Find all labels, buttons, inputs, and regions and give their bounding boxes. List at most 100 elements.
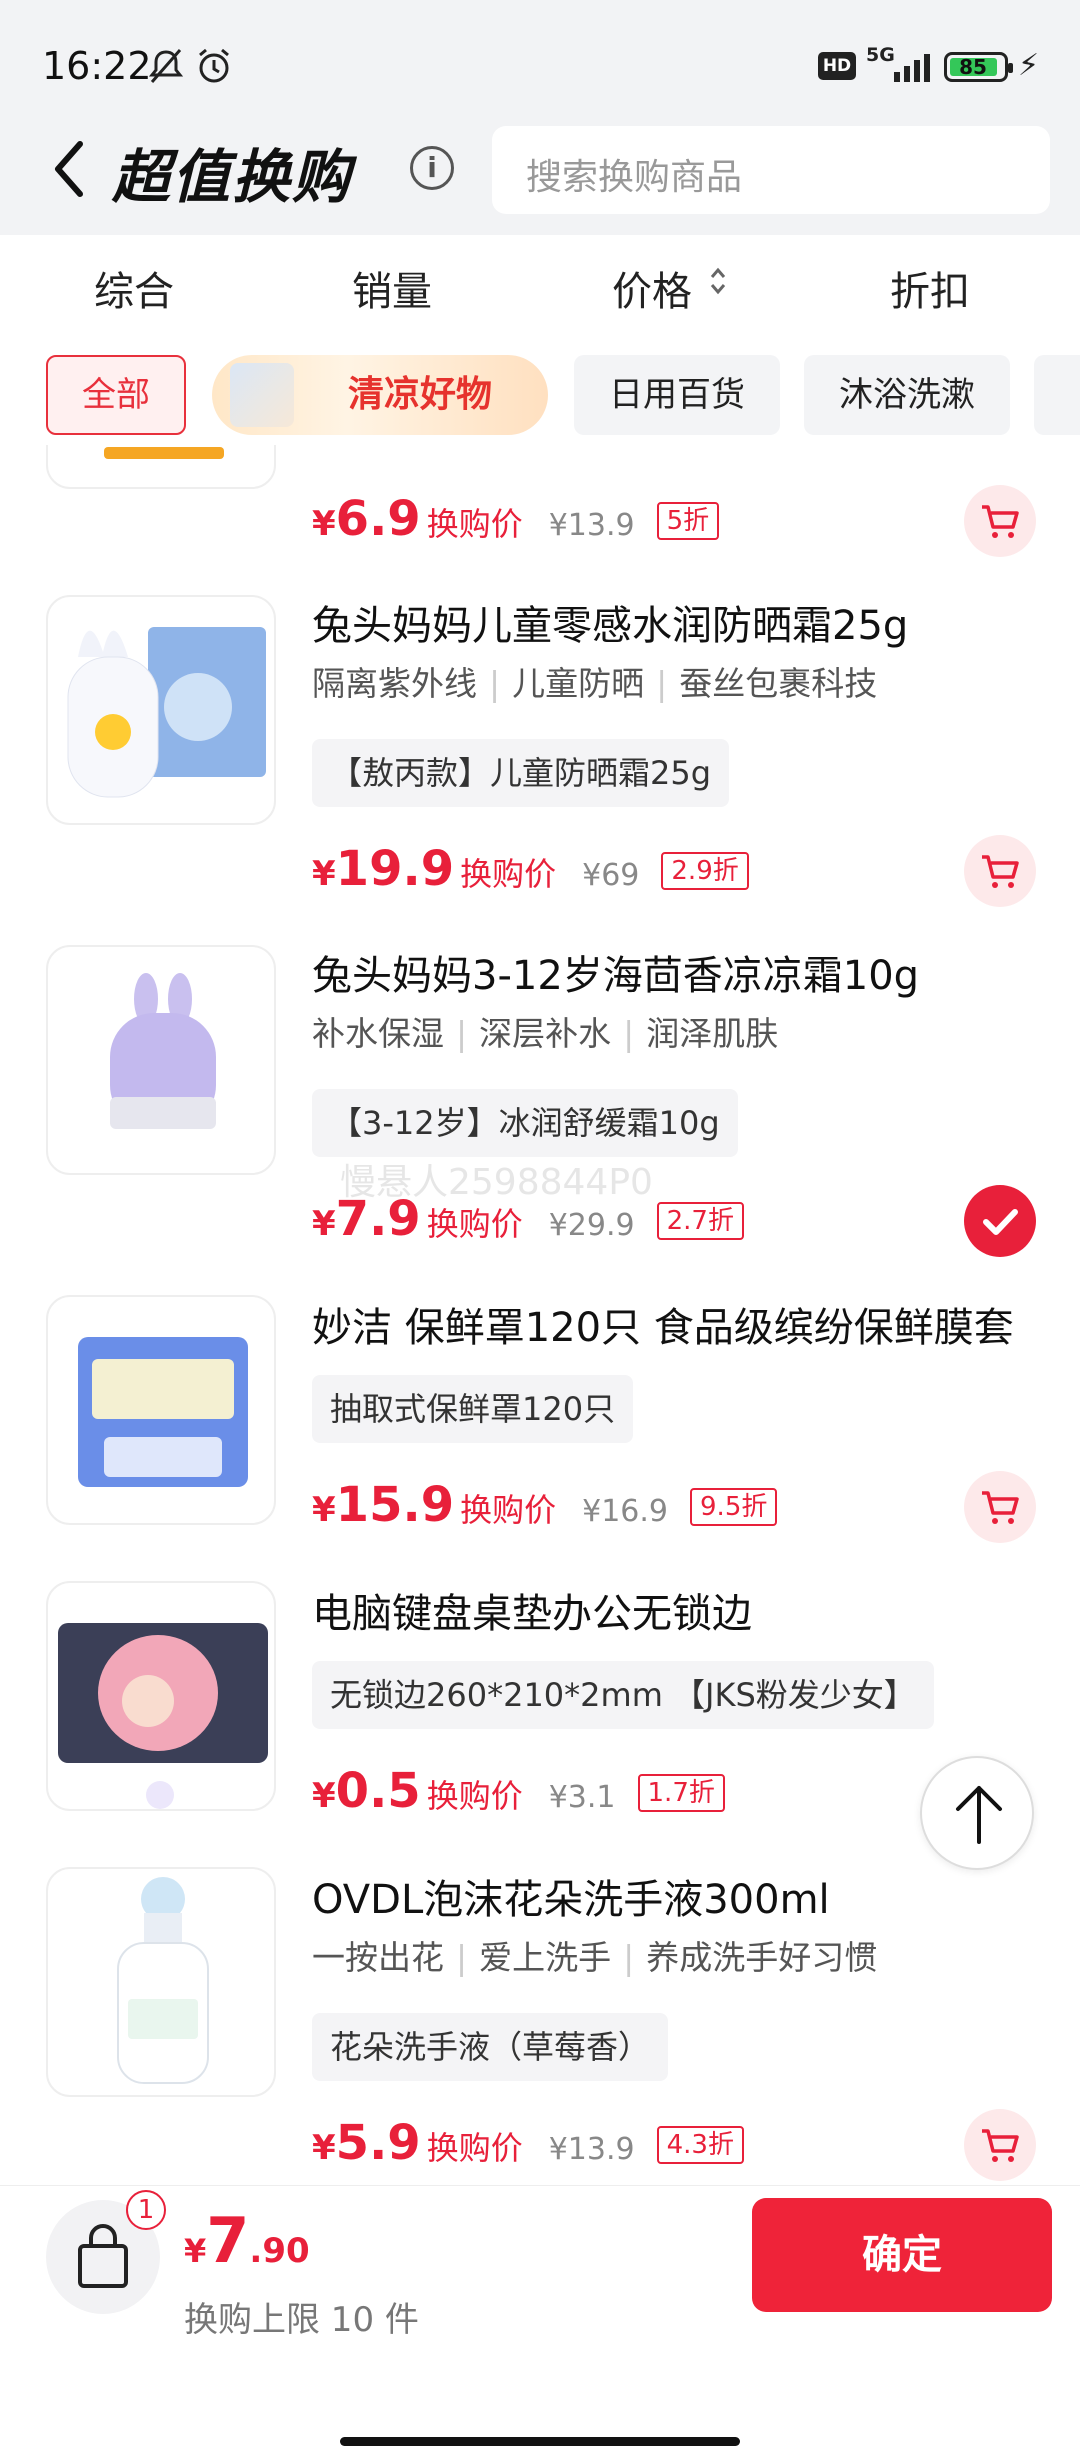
- price-label: 换购价: [426, 1777, 523, 1815]
- search-input[interactable]: 搜索换购商品: [492, 126, 1050, 214]
- home-indicator[interactable]: [340, 2437, 740, 2446]
- discount-badge: 9.5折: [690, 1488, 778, 1526]
- sort-tab-discount[interactable]: 折扣: [890, 259, 970, 317]
- price-row: ¥15.9 换购价 ¥16.9 9.5折: [312, 1477, 778, 1537]
- sort-tab-sales[interactable]: 销量: [352, 259, 432, 317]
- sort-order-icon[interactable]: [708, 264, 728, 298]
- exchange-price: 15.9: [335, 1477, 455, 1533]
- price-label: 换购价: [460, 1491, 557, 1529]
- search-placeholder: 搜索换购商品: [526, 157, 743, 198]
- original-price: ¥13.9: [548, 508, 635, 543]
- category-chips: 全部 清凉好物 日用百货 沐浴洗漱: [0, 345, 1080, 445]
- arrow-up-icon: [956, 1786, 1002, 1844]
- product-spec[interactable]: 【敖丙款】儿童防晒霜25g: [312, 739, 730, 807]
- product-name[interactable]: OVDL泡沫花朵洗手液300ml: [312, 1867, 830, 1925]
- battery-level: 85: [959, 55, 987, 79]
- price-row: ¥5.9 换购价 ¥13.9 4.3折: [312, 2115, 744, 2175]
- price-label: 换购价: [426, 2129, 523, 2167]
- product-image[interactable]: [46, 945, 276, 1175]
- discount-badge: 5折: [656, 502, 720, 540]
- mute-bell-icon: [148, 49, 184, 83]
- product-image[interactable]: [46, 445, 276, 489]
- product-name[interactable]: 电脑键盘桌垫办公无锁边: [312, 1581, 752, 1639]
- hd-badge: HD: [818, 52, 856, 80]
- product-tags: 补水保湿 | 深层补水 | 润泽肌肤: [312, 1014, 779, 1053]
- product-image[interactable]: [46, 595, 276, 825]
- product-spec[interactable]: 无锁边260*210*2mm 【JKS粉发少女】: [312, 1661, 934, 1729]
- product-tags: 隔离紫外线 | 儿童防晒 | 蚕丝包裹科技: [312, 664, 878, 703]
- discount-badge: 2.7折: [656, 1202, 744, 1240]
- back-arrow-icon[interactable]: [46, 136, 94, 202]
- original-price: ¥69: [582, 858, 640, 893]
- top-area: 16:22 HD 5G 85 ⚡ 超值换购 i 搜索换购商品: [0, 0, 1080, 235]
- price-row: ¥0.5 换购价 ¥3.1 1.7折: [312, 1763, 725, 1823]
- add-to-cart-button[interactable]: [964, 485, 1036, 557]
- network-type: 5G: [866, 44, 895, 66]
- chip-more[interactable]: [1034, 355, 1080, 435]
- add-to-cart-button[interactable]: [964, 835, 1036, 907]
- original-price: ¥3.1: [548, 1780, 616, 1815]
- exchange-price: 6.9: [335, 491, 421, 547]
- product-image[interactable]: [46, 1867, 276, 2097]
- chip-daily-label: 日用百货: [609, 375, 745, 415]
- price-row: ¥7.9 换购价 ¥29.9 2.7折: [312, 1191, 744, 1251]
- discount-badge: 1.7折: [637, 1774, 725, 1812]
- chip-all[interactable]: 全部: [46, 355, 186, 435]
- total-price: ¥7.90: [184, 2204, 310, 2277]
- exchange-price: 0.5: [335, 1763, 421, 1819]
- page-title: 超值换购: [112, 143, 353, 211]
- confirm-button[interactable]: 确定: [752, 2198, 1052, 2312]
- original-price: ¥29.9: [548, 1208, 635, 1243]
- chip-bath[interactable]: 沐浴洗漱: [804, 355, 1010, 435]
- status-time: 16:22: [42, 44, 152, 88]
- promo-thumbnail: [230, 363, 294, 427]
- chip-bath-label: 沐浴洗漱: [839, 375, 975, 415]
- check-icon: [983, 1209, 1018, 1235]
- product-name[interactable]: 兔头妈妈3-12岁海茴香凉凉霜10g: [312, 943, 919, 1001]
- chip-promo-cool[interactable]: 清凉好物: [212, 355, 548, 435]
- product-name[interactable]: 妙洁 保鲜罩120只 食品级缤纷保鲜膜套: [312, 1295, 1014, 1353]
- product-spec[interactable]: 【3-12岁】冰润舒缓霜10g: [312, 1089, 738, 1157]
- product-image[interactable]: [46, 1581, 276, 1811]
- bottom-bar: 1 ¥7.90 换购上限 10 件 确定: [0, 2185, 1080, 2460]
- price-label: 换购价: [460, 855, 557, 893]
- exchange-limit: 换购上限 10 件: [184, 2300, 419, 2340]
- back-to-top-button[interactable]: [920, 1756, 1034, 1870]
- product-name[interactable]: 兔头妈妈儿童零感水润防晒霜25g: [312, 593, 908, 651]
- discount-badge: 4.3折: [656, 2126, 744, 2164]
- original-price: ¥13.9: [548, 2132, 635, 2167]
- product-spec[interactable]: 花朵洗手液（草莓香）: [312, 2013, 669, 2081]
- exchange-price: 5.9: [335, 2115, 421, 2171]
- chip-promo-label: 清凉好物: [347, 374, 492, 415]
- exchange-price: 19.9: [335, 841, 455, 897]
- product-list[interactable]: ¥6.9 换购价 ¥13.9 5折 兔头妈妈儿童零感水润防晒霜25g 隔离紫外线 | 儿童…: [0, 445, 1080, 2185]
- add-to-cart-button[interactable]: [964, 2109, 1036, 2181]
- exchange-price: 7.9: [335, 1191, 421, 1247]
- price-label: 换购价: [426, 1205, 523, 1243]
- sort-tab-overall[interactable]: 综合: [94, 259, 174, 317]
- add-to-cart-button[interactable]: [964, 1471, 1036, 1543]
- discount-badge: 2.9折: [661, 852, 749, 890]
- cart-icon: [982, 2129, 1019, 2162]
- original-price: ¥16.9: [582, 1494, 669, 1529]
- battery-icon: 85: [944, 52, 1013, 82]
- cart-count-badge: 1: [126, 2190, 166, 2230]
- cart-icon: [982, 1491, 1019, 1524]
- sort-tab-price[interactable]: 价格: [612, 259, 692, 317]
- alarm-icon: [199, 48, 229, 83]
- sort-tabs: 综合 销量 价格 折扣: [0, 235, 1080, 345]
- selected-checkmark-button[interactable]: [964, 1185, 1036, 1257]
- price-row: ¥19.9 换购价 ¥69 2.9折: [312, 841, 749, 901]
- product-spec[interactable]: 抽取式保鲜罩120只: [312, 1375, 634, 1443]
- chip-daily[interactable]: 日用百货: [574, 355, 780, 435]
- cart-icon: [982, 505, 1019, 538]
- chip-all-label: 全部: [82, 375, 150, 415]
- price-row: ¥6.9 换购价 ¥13.9 5折: [312, 491, 720, 551]
- price-label: 换购价: [426, 505, 523, 543]
- status-bar: 16:22 HD 5G 85 ⚡: [0, 0, 1080, 120]
- cart-icon: [982, 855, 1019, 888]
- charging-icon: ⚡: [1018, 48, 1040, 83]
- product-tags: 一按出花 | 爱上洗手 | 养成洗手好习惯: [312, 1938, 878, 1977]
- info-icon[interactable]: i: [410, 146, 454, 190]
- product-image[interactable]: [46, 1295, 276, 1525]
